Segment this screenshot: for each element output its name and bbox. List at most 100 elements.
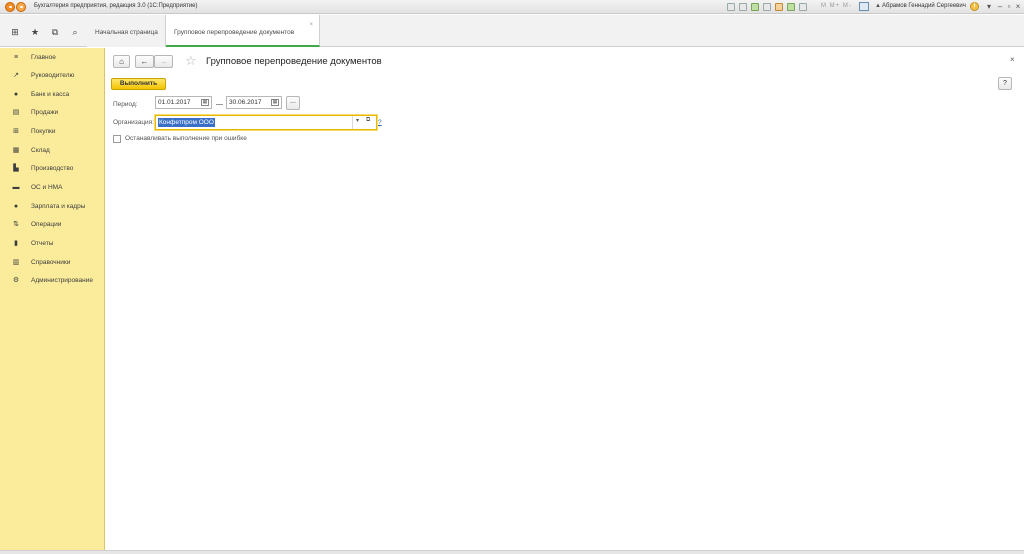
sidebar-item-label: Склад [31, 147, 50, 154]
user-icon: ▲ [875, 3, 881, 9]
arrow-left-icon: ← [140, 57, 149, 66]
window-title: Бухгалтерия предприятия, редакция 3.0 (1… [34, 3, 198, 9]
arrow-right-icon: → [159, 57, 168, 66]
sidebar-item-warehouse[interactable]: ▦ Склад [0, 144, 104, 158]
sidebar-item-production[interactable]: ▙ Производство [0, 162, 104, 176]
sidebar-item-label: Производство [31, 165, 74, 172]
sidebar-item-label: Продажи [31, 109, 59, 116]
app-logo-icon[interactable] [5, 2, 15, 12]
sidebar-item-label: Отчеты [31, 240, 54, 247]
cart-icon: ⊞ [13, 128, 19, 135]
date-to-field[interactable]: 30.06.2017 ▦ [226, 96, 282, 109]
organization-value: Конфетпром ООО [158, 118, 215, 127]
warehouse-icon: ▦ [12, 147, 20, 154]
coin-icon: ● [13, 91, 19, 98]
factory-icon: ▙ [13, 165, 19, 172]
memory-buttons[interactable]: M M+ M- [821, 3, 852, 9]
tab-group-reposting-label: Групповое перепроведение документов [174, 29, 295, 36]
favorites-icon[interactable] [775, 3, 783, 11]
title-toolbar-icons [727, 3, 807, 11]
copy-icon[interactable] [763, 3, 771, 11]
help-button[interactable]: ? [998, 77, 1012, 90]
forward-button[interactable]: → [154, 55, 173, 68]
chevron-down-icon[interactable]: ▾ [356, 117, 359, 124]
sidebar-item-label: Банк и касса [31, 91, 70, 98]
sidebar-item-main[interactable]: ≡ Главное [0, 51, 104, 65]
sidebar-item-administration[interactable]: ⚙ Администрирование [0, 274, 104, 288]
organization-field[interactable]: Конфетпром ООО ▾ ⧉ [155, 115, 377, 130]
organization-label: Организация: [113, 119, 155, 126]
sections-grid-icon[interactable]: ⊞ [10, 27, 20, 37]
sidebar-item-salary[interactable]: ● Зарплата и кадры [0, 200, 104, 214]
back-button[interactable]: ← [135, 55, 154, 68]
sidebar-item-operations[interactable]: ⇅ Операции [0, 218, 104, 232]
sidebar-item-label: Главное [31, 54, 56, 61]
calculator-icon[interactable] [799, 3, 807, 11]
save-icon[interactable] [727, 3, 735, 11]
gear-icon: ⚙ [12, 277, 20, 284]
sidebar-item-bank[interactable]: ● Банк и касса [0, 88, 104, 102]
run-button[interactable]: Выполнить [111, 78, 166, 90]
period-select-button[interactable]: ... [286, 96, 300, 110]
print-icon[interactable] [739, 3, 747, 11]
person-icon: ● [13, 203, 19, 210]
calendar-icon[interactable] [859, 2, 869, 11]
history-icon[interactable]: ⧉ [50, 27, 60, 37]
period-label: Период: [113, 101, 138, 108]
form-area: ⌂ ← → ☆ Групповое перепроведение докумен… [105, 48, 1024, 554]
sidebar-item-reports[interactable]: ▮ Отчеты [0, 237, 104, 251]
status-strip [0, 550, 1024, 554]
stop-on-error-label[interactable]: Останавливать выполнение при ошибке [125, 135, 247, 142]
organization-help-link[interactable]: ? [378, 119, 382, 126]
sidebar-item-label: Операции [31, 221, 62, 228]
link-icon[interactable] [751, 3, 759, 11]
sidebar-item-label: Руководителю [31, 72, 75, 79]
sidebar-item-fixed-assets[interactable]: ▬ ОС и НМА [0, 181, 104, 195]
bar-chart-icon: ▮ [14, 240, 18, 247]
tab-home[interactable]: Начальная страница [87, 15, 166, 47]
sidebar-item-sales[interactable]: ▤ Продажи [0, 106, 104, 120]
open-icon[interactable]: ⧉ [366, 117, 370, 124]
calendar-icon[interactable]: ▦ [271, 99, 279, 106]
book-icon: ▥ [12, 259, 20, 266]
favorites-star-icon[interactable]: ★ [30, 27, 40, 37]
date-to-value: 30.06.2017 [229, 99, 262, 106]
close-form-icon[interactable]: × [1010, 55, 1015, 64]
close-window-icon[interactable]: × [1013, 2, 1023, 11]
search-icon[interactable]: ⌕ [70, 27, 80, 37]
history-icon[interactable] [787, 3, 795, 11]
sections-sidebar: ≡ Главное ↗ Руководителю ● Банк и касса … [0, 48, 105, 554]
stop-on-error-checkbox[interactable] [113, 135, 121, 143]
home-icon: ⌂ [119, 57, 124, 66]
home-button[interactable]: ⌂ [113, 55, 130, 68]
user-name[interactable]: Абрамов Геннадий Сергеевич [882, 3, 966, 9]
truck-icon: ▬ [12, 184, 20, 191]
settings-chevron-icon[interactable]: ▾ [984, 2, 994, 11]
operations-icon: ⇅ [13, 221, 19, 228]
tab-close-icon[interactable]: × [309, 22, 313, 28]
calendar-icon[interactable]: ▦ [201, 99, 209, 106]
field-divider [352, 116, 353, 129]
menu-lines-icon: ≡ [13, 54, 19, 61]
sidebar-item-label: Покупки [31, 128, 56, 135]
period-dash: — [216, 101, 223, 108]
trend-icon: ↗ [13, 72, 19, 79]
tab-home-label: Начальная страница [95, 29, 158, 36]
date-from-value: 01.01.2017 [158, 99, 191, 106]
sidebar-item-references[interactable]: ▥ Справочники [0, 256, 104, 270]
sidebar-item-label: Зарплата и кадры [31, 203, 86, 210]
title-bar: Бухгалтерия предприятия, редакция 3.0 (1… [0, 0, 1024, 14]
favorite-star-icon[interactable]: ☆ [185, 53, 197, 69]
app-menu-icon[interactable] [16, 2, 26, 12]
sales-icon: ▤ [12, 109, 20, 116]
sidebar-item-label: Администрирование [31, 277, 93, 284]
sidebar-item-label: Справочники [31, 259, 71, 266]
info-icon[interactable]: i [970, 2, 979, 11]
top-panel: ⊞ ★ ⧉ ⌕ Начальная страница Групповое пер… [0, 15, 1024, 47]
sidebar-item-label: ОС и НМА [31, 184, 63, 191]
date-from-field[interactable]: 01.01.2017 ▦ [155, 96, 212, 109]
sidebar-item-manager[interactable]: ↗ Руководителю [0, 69, 104, 83]
tab-group-reposting[interactable]: Групповое перепроведение документов × [166, 15, 320, 47]
page-title: Групповое перепроведение документов [206, 56, 382, 67]
sidebar-item-purchases[interactable]: ⊞ Покупки [0, 125, 104, 139]
